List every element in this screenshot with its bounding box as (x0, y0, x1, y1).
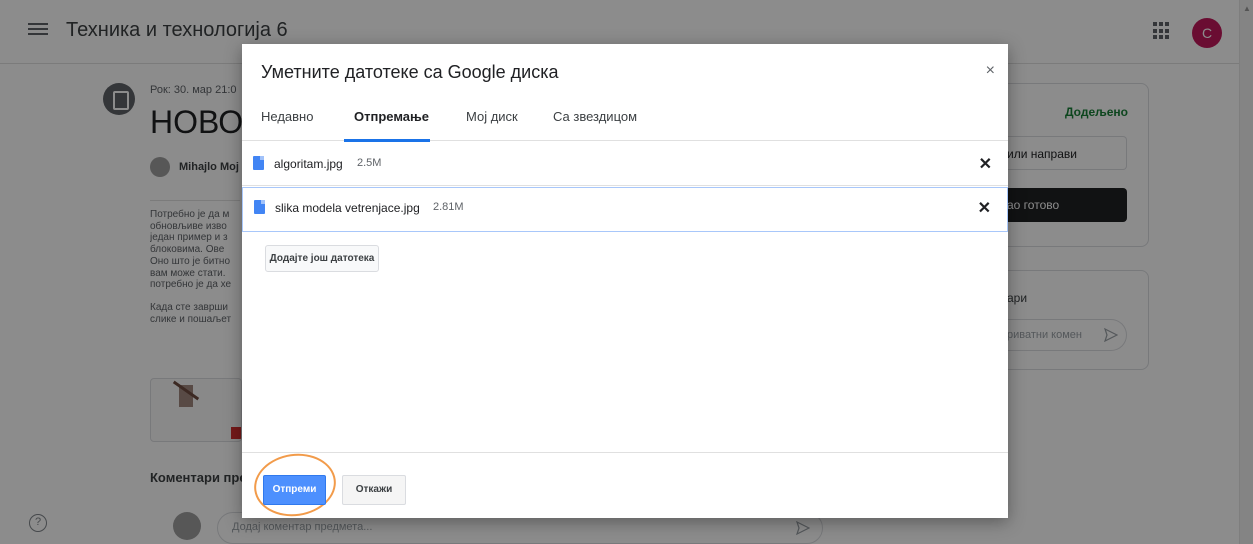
remove-file-icon[interactable]: ✕ (979, 154, 992, 174)
file-row[interactable]: algoritam.jpg 2.5M ✕ (242, 144, 1008, 186)
cancel-button[interactable]: Откажи (342, 475, 406, 505)
close-icon[interactable]: × (986, 62, 995, 80)
doc-icon (253, 156, 264, 170)
file-size: 2.5M (357, 157, 382, 169)
dialog-title: Уметните датотеке са Google диска (261, 62, 559, 82)
remove-file-icon[interactable]: ✕ (978, 198, 991, 218)
file-size: 2.81M (433, 201, 464, 213)
doc-icon (254, 200, 265, 214)
file-name: algoritam.jpg (274, 157, 343, 171)
tab-bar: Недавно Отпремање Мој диск Са звездицом (242, 99, 1008, 141)
file-name: slika modela vetrenjace.jpg (275, 201, 420, 215)
active-tab-indicator (344, 139, 430, 142)
tab-recent[interactable]: Недавно (261, 109, 313, 141)
drive-picker-dialog: Уметните датотеке са Google диска × Неда… (242, 44, 1008, 522)
file-row-selected[interactable]: slika modela vetrenjace.jpg 2.81M ✕ (242, 187, 1008, 232)
tab-starred[interactable]: Са звездицом (553, 109, 637, 141)
tab-upload[interactable]: Отпремање (354, 109, 429, 141)
upload-button[interactable]: Отпреми (263, 475, 326, 505)
dialog-footer: Отпреми Откажи (242, 448, 1008, 522)
tab-my-drive[interactable]: Мој диск (466, 109, 518, 141)
add-more-files-button[interactable]: Додајте још датотека (265, 245, 379, 272)
